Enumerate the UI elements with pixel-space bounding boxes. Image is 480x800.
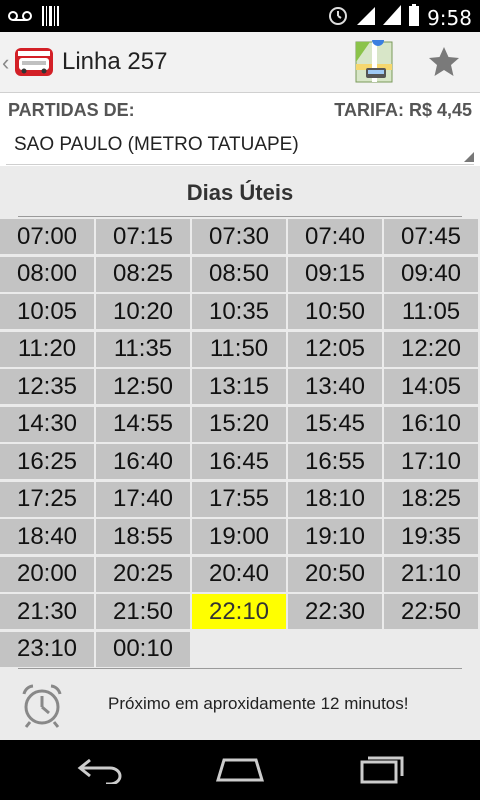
time-cell[interactable]: 22:50 [384,594,478,629]
time-cell[interactable]: 17:25 [0,481,94,517]
divider [18,216,462,217]
time-cell[interactable]: 12:20 [384,331,478,367]
time-cell[interactable]: 18:55 [96,519,190,554]
map-icon[interactable] [352,34,396,84]
time-cell[interactable]: 12:05 [288,331,382,367]
time-cell[interactable]: 11:50 [192,331,286,367]
time-cell[interactable]: 12:50 [96,369,190,404]
time-cell[interactable]: 17:10 [384,444,478,479]
schedule-grid: 07:00 07:15 07:30 07:40 07:45 08:00 08:25 08:50… [0,219,480,667]
wifi-icon [357,5,376,30]
time-cell[interactable]: 17:40 [96,481,190,517]
time-cell-next[interactable]: 22:10 [192,594,286,629]
page-title: Linha 257 [62,48,168,75]
time-cell[interactable]: 20:40 [192,556,286,592]
time-cell[interactable]: 21:30 [0,594,94,629]
origin-value: SAO PAULO (METRO TATUAPE) [14,134,299,155]
time-cell[interactable]: 16:55 [288,444,382,479]
back-icon[interactable] [76,754,124,789]
time-cell[interactable]: 18:40 [0,519,94,554]
nav-bar [0,740,480,800]
time-cell[interactable]: 08:00 [0,256,94,292]
signal-icon [383,5,402,30]
alarm-clock-icon [18,682,66,728]
voicemail-icon [8,9,32,28]
time-cell[interactable]: 20:25 [96,556,190,592]
app-logo-icon[interactable] [14,44,54,80]
time-cell[interactable]: 19:35 [384,519,478,554]
next-departure-text: Próximo em aproxidamente 12 minutos! [108,694,409,713]
alarm-icon [327,4,349,31]
time-cell[interactable]: 22:30 [288,594,382,629]
time-cell[interactable]: 07:15 [96,219,190,254]
action-bar: ‹ Linha 257 [0,32,480,93]
time-cell[interactable]: 09:15 [288,256,382,292]
tarifa-label: TARIFA: R$ 4,45 [334,100,472,120]
partidas-label: PARTIDAS DE: [8,100,135,120]
up-chevron-icon[interactable]: ‹ [2,50,9,76]
time-cell[interactable]: 08:25 [96,256,190,292]
time-cell[interactable]: 07:30 [192,219,286,254]
time-cell[interactable]: 15:45 [288,406,382,442]
time-cell[interactable]: 19:10 [288,519,382,554]
time-cell[interactable]: 14:05 [384,369,478,404]
time-cell[interactable]: 10:50 [288,294,382,329]
section-title: Dias Úteis [186,180,294,205]
time-cell[interactable]: 10:05 [0,294,94,329]
time-cell[interactable]: 07:45 [384,219,478,254]
star-icon[interactable] [424,42,464,82]
recent-apps-icon[interactable] [358,754,404,789]
time-cell[interactable]: 14:30 [0,406,94,442]
time-cell[interactable]: 09:40 [384,256,478,292]
time-cell[interactable]: 16:45 [192,444,286,479]
time-cell[interactable]: 16:25 [0,444,94,479]
time-cell[interactable]: 21:10 [384,556,478,592]
time-cell[interactable]: 13:15 [192,369,286,404]
time-cell[interactable]: 11:20 [0,331,94,367]
time-cell[interactable]: 10:20 [96,294,190,329]
time-cell[interactable]: 20:00 [0,556,94,592]
time-cell[interactable]: 21:50 [96,594,190,629]
time-cell[interactable]: 23:10 [0,631,94,667]
time-cell[interactable]: 13:40 [288,369,382,404]
time-cell[interactable]: 08:50 [192,256,286,292]
dropdown-triangle-icon [464,152,474,162]
time-cell[interactable]: 18:25 [384,481,478,517]
status-time: 9:58 [427,5,472,30]
time-cell[interactable]: 17:55 [192,481,286,517]
time-cell[interactable]: 16:40 [96,444,190,479]
time-cell[interactable]: 15:20 [192,406,286,442]
time-cell[interactable]: 19:00 [192,519,286,554]
barcode-icon [42,6,60,31]
route-header: PARTIDAS DE: TARIFA: R$ 4,45 [0,96,480,126]
time-cell[interactable]: 20:50 [288,556,382,592]
status-bar: 9:58 [0,0,480,32]
battery-icon [409,4,420,31]
time-cell[interactable]: 14:55 [96,406,190,442]
time-cell[interactable]: 12:35 [0,369,94,404]
time-cell[interactable]: 10:35 [192,294,286,329]
time-cell[interactable]: 18:10 [288,481,382,517]
time-cell[interactable]: 00:10 [96,631,190,667]
time-cell[interactable]: 16:10 [384,406,478,442]
time-cell[interactable]: 11:35 [96,331,190,367]
divider [18,668,462,669]
time-cell[interactable]: 11:05 [384,294,478,329]
time-cell[interactable]: 07:40 [288,219,382,254]
origin-spinner[interactable]: SAO PAULO (METRO TATUAPE) [6,126,474,165]
home-icon[interactable] [214,754,266,789]
time-cell[interactable]: 07:00 [0,219,94,254]
